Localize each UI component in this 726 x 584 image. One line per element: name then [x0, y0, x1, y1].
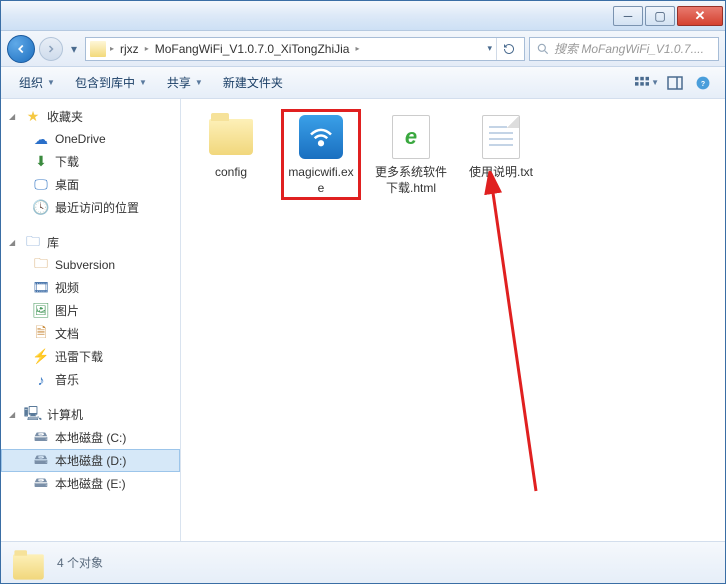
- sidebar-item-pictures[interactable]: 🖼图片: [1, 299, 180, 322]
- expand-icon: ◢: [9, 238, 19, 247]
- sidebar-header-favorites[interactable]: ◢ ★ 收藏夹: [1, 105, 180, 128]
- thunder-icon: ⚡: [33, 349, 49, 365]
- sidebar-group-libraries: ◢ 🗀 库 🗀Subversion 🎞视频 🖼图片 🗎文档 ⚡迅雷下载 ♪音乐: [1, 231, 180, 391]
- close-button[interactable]: ✕: [677, 6, 723, 26]
- forward-button[interactable]: [39, 37, 63, 61]
- expand-icon: ◢: [9, 112, 19, 121]
- document-icon: 🗎: [33, 326, 49, 342]
- recent-icon: 🕓: [33, 200, 49, 216]
- expand-icon: ◢: [9, 410, 19, 419]
- music-icon: ♪: [33, 372, 49, 388]
- sidebar-group-computer: ◢ 🖳 计算机 🖴本地磁盘 (C:) 🖴本地磁盘 (D:) 🖴本地磁盘 (E:): [1, 403, 180, 495]
- library-icon: 🗀: [25, 235, 41, 251]
- file-label: config: [215, 165, 247, 181]
- arrow-left-icon: [14, 42, 28, 56]
- sidebar-item-drive-c[interactable]: 🖴本地磁盘 (C:): [1, 426, 180, 449]
- wifi-icon: [306, 122, 336, 152]
- titlebar: ─ ▢ ✕: [1, 1, 725, 31]
- breadcrumb-segment[interactable]: rjxz: [118, 42, 141, 56]
- folder-icon: [13, 549, 45, 577]
- statusbar: 4 个对象: [1, 541, 725, 583]
- video-icon: 🎞: [33, 280, 49, 296]
- minimize-button[interactable]: ─: [613, 6, 643, 26]
- back-button[interactable]: [7, 35, 35, 63]
- search-icon: [536, 42, 550, 56]
- file-item-txt[interactable]: 使用说明.txt: [461, 109, 541, 185]
- sidebar: ◢ ★ 收藏夹 ☁OneDrive ⬇下载 🖵桌面 🕓最近访问的位置 ◢ 🗀 库…: [1, 99, 181, 541]
- chevron-right-icon: ▸: [145, 44, 149, 53]
- chevron-down-icon: ▼: [47, 78, 55, 87]
- status-text: 4 个对象: [57, 554, 103, 571]
- chevron-right-icon: ▸: [355, 44, 359, 53]
- organize-menu[interactable]: 组织▼: [11, 70, 63, 95]
- sidebar-header-libraries[interactable]: ◢ 🗀 库: [1, 231, 180, 254]
- navbar: ▾ ▸ rjxz ▸ MoFangWiFi_V1.0.7.0_XiTongZhi…: [1, 31, 725, 67]
- new-folder-button[interactable]: 新建文件夹: [215, 70, 291, 95]
- explorer-window: ─ ▢ ✕ ▾ ▸ rjxz ▸ MoFangWiFi_V1.0.7.0_XiT…: [0, 0, 726, 584]
- text-icon: [477, 113, 525, 161]
- help-icon: ?: [696, 76, 710, 90]
- svg-text:?: ?: [701, 80, 705, 87]
- folder-icon: [90, 41, 106, 57]
- search-placeholder: 搜索 MoFangWiFi_V1.0.7....: [554, 40, 704, 57]
- pane-icon: [667, 76, 683, 90]
- arrow-right-icon: [45, 43, 57, 55]
- chevron-down-icon: ▼: [651, 78, 659, 87]
- file-list[interactable]: config magicwifi.exe e 更多系统软件下载.html 使用说…: [181, 99, 725, 541]
- folder-icon: [207, 113, 255, 161]
- refresh-icon: [503, 43, 515, 55]
- sidebar-group-favorites: ◢ ★ 收藏夹 ☁OneDrive ⬇下载 🖵桌面 🕓最近访问的位置: [1, 105, 180, 219]
- drive-icon: 🖴: [33, 476, 49, 492]
- include-menu[interactable]: 包含到库中▼: [67, 70, 155, 95]
- maximize-button[interactable]: ▢: [645, 6, 675, 26]
- sidebar-item-downloads[interactable]: ⬇下载: [1, 150, 180, 173]
- view-icon: [635, 76, 649, 90]
- sidebar-header-computer[interactable]: ◢ 🖳 计算机: [1, 403, 180, 426]
- html-icon: e: [387, 113, 435, 161]
- download-icon: ⬇: [33, 154, 49, 170]
- address-bar[interactable]: ▸ rjxz ▸ MoFangWiFi_V1.0.7.0_XiTongZhiJi…: [85, 37, 525, 61]
- toolbar: 组织▼ 包含到库中▼ 共享▼ 新建文件夹 ▼ ?: [1, 67, 725, 99]
- view-options-button[interactable]: ▼: [635, 72, 659, 94]
- computer-icon: 🖳: [25, 407, 41, 423]
- file-item-folder[interactable]: config: [191, 109, 271, 185]
- address-dropdown[interactable]: ▾: [487, 43, 492, 54]
- window-buttons: ─ ▢ ✕: [611, 6, 723, 26]
- sidebar-item-music[interactable]: ♪音乐: [1, 368, 180, 391]
- picture-icon: 🖼: [33, 303, 49, 319]
- sidebar-item-thunder[interactable]: ⚡迅雷下载: [1, 345, 180, 368]
- folder-icon: 🗀: [33, 257, 49, 273]
- history-dropdown[interactable]: ▾: [67, 39, 81, 59]
- sidebar-item-drive-d[interactable]: 🖴本地磁盘 (D:): [1, 449, 180, 472]
- help-button[interactable]: ?: [691, 72, 715, 94]
- sidebar-item-drive-e[interactable]: 🖴本地磁盘 (E:): [1, 472, 180, 495]
- file-label: 更多系统软件下载.html: [375, 165, 447, 196]
- sidebar-item-onedrive[interactable]: ☁OneDrive: [1, 128, 180, 150]
- app-icon: [297, 113, 345, 161]
- chevron-down-icon: ▼: [139, 78, 147, 87]
- content-area: ◢ ★ 收藏夹 ☁OneDrive ⬇下载 🖵桌面 🕓最近访问的位置 ◢ 🗀 库…: [1, 99, 725, 541]
- share-menu[interactable]: 共享▼: [159, 70, 211, 95]
- breadcrumb-segment[interactable]: MoFangWiFi_V1.0.7.0_XiTongZhiJia: [153, 42, 352, 56]
- file-label: magicwifi.exe: [285, 165, 357, 196]
- sidebar-item-recent[interactable]: 🕓最近访问的位置: [1, 196, 180, 219]
- search-input[interactable]: 搜索 MoFangWiFi_V1.0.7....: [529, 37, 719, 61]
- annotation-arrow: [476, 171, 556, 501]
- preview-pane-button[interactable]: [663, 72, 687, 94]
- file-item-exe[interactable]: magicwifi.exe: [281, 109, 361, 200]
- chevron-down-icon: ▼: [195, 78, 203, 87]
- desktop-icon: 🖵: [33, 177, 49, 193]
- chevron-right-icon: ▸: [110, 44, 114, 53]
- sidebar-item-documents[interactable]: 🗎文档: [1, 322, 180, 345]
- drive-icon: 🖴: [33, 430, 49, 446]
- sidebar-item-subversion[interactable]: 🗀Subversion: [1, 254, 180, 276]
- drive-icon: 🖴: [33, 453, 49, 469]
- cloud-icon: ☁: [33, 131, 49, 147]
- sidebar-item-desktop[interactable]: 🖵桌面: [1, 173, 180, 196]
- star-icon: ★: [25, 109, 41, 125]
- sidebar-item-videos[interactable]: 🎞视频: [1, 276, 180, 299]
- refresh-button[interactable]: [496, 38, 520, 60]
- file-item-html[interactable]: e 更多系统软件下载.html: [371, 109, 451, 200]
- file-label: 使用说明.txt: [469, 165, 533, 181]
